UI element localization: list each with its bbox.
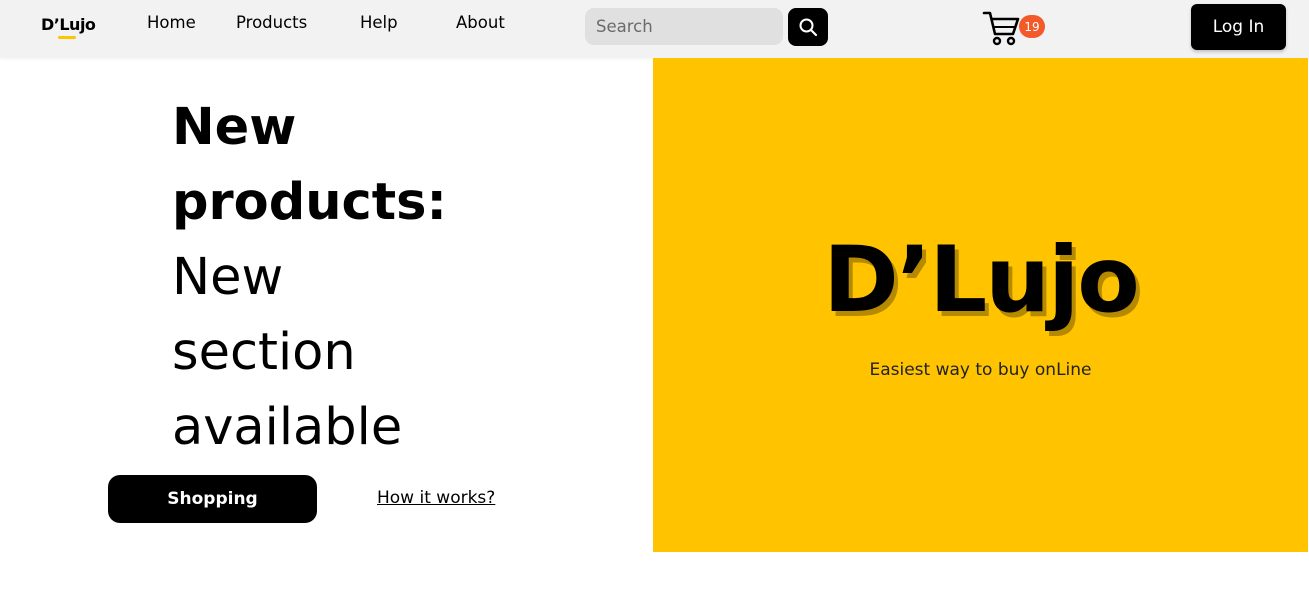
- promo-brand-title: D’Lujo: [823, 228, 1140, 333]
- how-it-works-link[interactable]: How it works?: [377, 488, 495, 508]
- cart-button[interactable]: [982, 10, 1022, 46]
- nav-help-link[interactable]: Help: [360, 13, 398, 32]
- promo-tagline: Easiest way to buy onLine: [869, 360, 1092, 380]
- top-navbar: D’Lujo Home Products Help About 19 Log I…: [0, 0, 1309, 58]
- hero-heading-line: products:: [172, 173, 447, 232]
- search-icon: [799, 18, 818, 37]
- hero-heading: New products: New section available: [172, 90, 447, 465]
- nav-products-link[interactable]: Products: [236, 13, 307, 32]
- cart-count-badge: 19: [1019, 15, 1045, 38]
- search-input[interactable]: [585, 8, 783, 45]
- promo-banner: D’Lujo Easiest way to buy onLine: [653, 58, 1308, 552]
- hero-heading-line: New: [172, 98, 297, 157]
- search-button[interactable]: [788, 8, 828, 46]
- hero-heading-line: New: [172, 248, 284, 307]
- site-logo[interactable]: D’Lujo: [41, 15, 96, 34]
- hero-heading-line: available: [172, 398, 403, 457]
- shopping-cart-icon: [982, 11, 1020, 46]
- hero-heading-line: section: [172, 323, 356, 382]
- nav-about-link[interactable]: About: [456, 13, 505, 32]
- nav-home-link[interactable]: Home: [147, 13, 196, 32]
- login-button[interactable]: Log In: [1191, 4, 1286, 50]
- shopping-button[interactable]: Shopping: [108, 475, 317, 523]
- logo-accent-underline: [58, 36, 76, 39]
